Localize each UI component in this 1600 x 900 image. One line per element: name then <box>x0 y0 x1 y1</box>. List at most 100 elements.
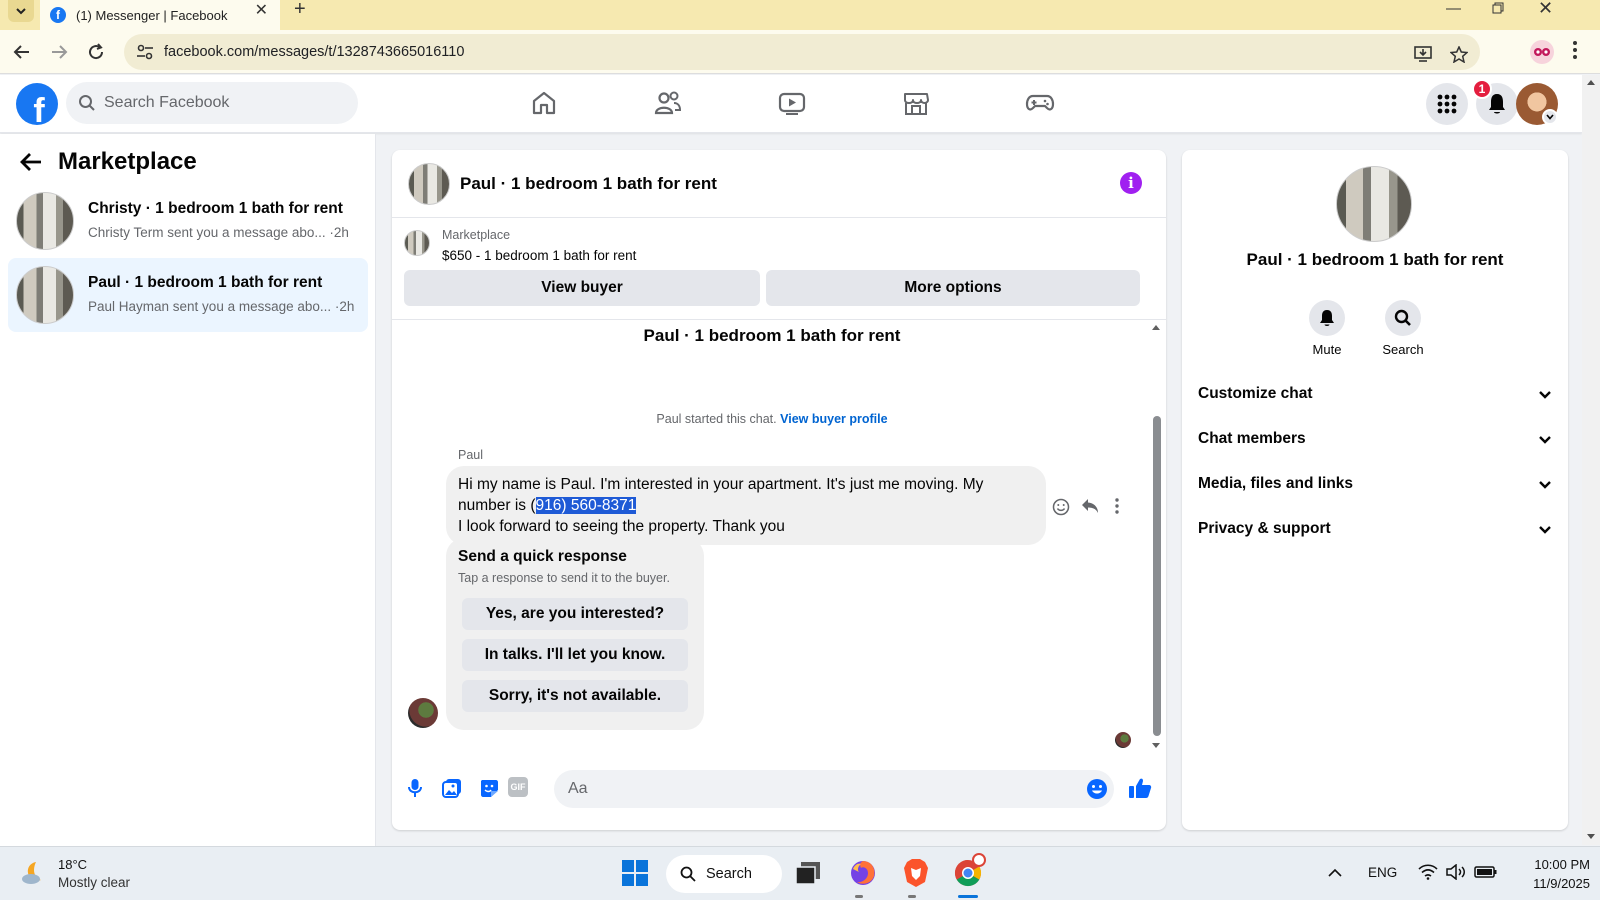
task-view-button[interactable] <box>790 855 826 891</box>
marketplace-inbox: Marketplace Christy · 1 bedroom 1 bath f… <box>0 134 376 846</box>
scrollbar-thumb[interactable] <box>1153 416 1161 736</box>
wifi-icon[interactable] <box>1418 864 1438 880</box>
mute-button[interactable]: Mute <box>1292 300 1362 357</box>
scroll-up-icon[interactable] <box>1151 324 1161 331</box>
weather-moon-icon[interactable] <box>20 859 50 887</box>
facebook-logo[interactable]: f <box>16 83 58 125</box>
gif-icon[interactable]: GIF <box>508 777 528 797</box>
privacy-support-row[interactable]: Privacy & support <box>1198 507 1552 551</box>
reload-button[interactable] <box>84 40 108 64</box>
marketplace-icon <box>904 93 929 115</box>
install-app-icon[interactable] <box>1414 46 1432 62</box>
bookmark-star-icon[interactable] <box>1450 46 1468 63</box>
more-actions-button[interactable] <box>1114 498 1120 514</box>
scroll-down-icon[interactable] <box>1586 833 1596 840</box>
react-button[interactable] <box>1052 498 1070 516</box>
conversation-item[interactable]: Christy · 1 bedroom 1 bath for rent Chri… <box>8 184 368 258</box>
listing-thumbnail <box>404 230 430 256</box>
back-arrow-icon[interactable] <box>20 152 42 172</box>
close-tab-icon[interactable]: ✕ <box>255 0 268 20</box>
microphone-icon[interactable] <box>408 778 422 798</box>
listing-avatar[interactable] <box>1336 166 1412 242</box>
back-button[interactable] <box>10 40 34 64</box>
quick-response-button[interactable]: In talks. I'll let you know. <box>462 639 688 671</box>
bell-icon <box>1489 94 1505 114</box>
windows-taskbar: 18°C Mostly clear Search ENG 10:00 PM 11… <box>0 846 1600 900</box>
sticker-icon[interactable] <box>479 778 499 798</box>
watch-nav-button[interactable] <box>772 85 812 121</box>
media-files-links-row[interactable]: Media, files and links <box>1198 462 1552 506</box>
thumbs-up-icon[interactable] <box>1128 777 1152 799</box>
chevron-down-icon <box>16 8 26 15</box>
more-options-button[interactable]: More options <box>766 270 1140 306</box>
info-icon[interactable]: i <box>1120 172 1142 194</box>
brave-app[interactable] <box>898 855 934 891</box>
site-settings-icon[interactable] <box>136 44 154 60</box>
search-label: Search <box>1382 342 1424 357</box>
forward-button[interactable] <box>47 40 71 64</box>
scroll-up-icon[interactable] <box>1586 79 1596 86</box>
section-label: Privacy & support <box>1198 520 1331 537</box>
battery-icon[interactable] <box>1474 864 1498 880</box>
home-nav-button[interactable] <box>524 85 564 121</box>
gaming-nav-button[interactable] <box>1020 85 1060 121</box>
emoji-icon[interactable] <box>1086 778 1108 800</box>
page-scrollbar[interactable] <box>1582 75 1600 845</box>
chat-header-title[interactable]: Paul · 1 bedroom 1 bath for rent <box>460 174 717 194</box>
read-receipt-avatar <box>1115 732 1131 748</box>
view-buyer-profile-link[interactable]: View buyer profile <box>780 412 887 426</box>
windows-logo-icon <box>622 860 648 886</box>
gamepad-icon <box>1025 94 1055 111</box>
volume-icon[interactable] <box>1446 864 1466 880</box>
listing-price[interactable]: $650 - 1 bedroom 1 bath for rent <box>442 248 636 263</box>
restore-icon[interactable] <box>1492 2 1504 14</box>
smiley-icon <box>1052 498 1070 516</box>
inbox-title-text: Marketplace <box>58 148 197 175</box>
new-tab-button[interactable]: + <box>294 0 306 21</box>
view-buyer-button[interactable]: View buyer <box>404 270 760 306</box>
selected-phone-number[interactable]: 916) 560-8371 <box>535 497 637 514</box>
tab-search-button[interactable] <box>8 0 34 22</box>
brave-running-indicator <box>908 895 916 898</box>
conversation-title: Christy · 1 bedroom 1 bath for rent <box>88 200 343 217</box>
firefox-app[interactable] <box>845 855 881 891</box>
facebook-search-input[interactable]: Search Facebook <box>66 82 358 124</box>
scroll-down-icon[interactable] <box>1151 742 1161 749</box>
message-input[interactable]: Aa <box>554 770 1114 808</box>
minimize-icon[interactable]: — <box>1446 0 1461 17</box>
message-bubble[interactable]: Hi my name is Paul. I'm interested in yo… <box>446 466 1046 545</box>
chat-thumbnail[interactable] <box>408 163 450 205</box>
quick-response-button[interactable]: Sorry, it's not available. <box>462 680 688 712</box>
brave-lion-icon <box>904 859 928 887</box>
conversation-title: Paul · 1 bedroom 1 bath for rent <box>88 274 323 291</box>
input-language[interactable]: ENG <box>1368 865 1397 880</box>
reply-button[interactable] <box>1081 498 1099 514</box>
browser-tab[interactable]: f (1) Messenger | Facebook ✕ <box>40 0 280 30</box>
image-attach-icon[interactable] <box>442 778 462 798</box>
clock-date: 11/9/2025 <box>1533 876 1590 891</box>
url-field[interactable]: facebook.com/messages/t/1328743665016110 <box>124 34 1480 70</box>
search-conversation-button[interactable]: Search <box>1368 300 1438 357</box>
start-button[interactable] <box>617 855 653 891</box>
close-window-icon[interactable]: ✕ <box>1538 0 1553 19</box>
sender-avatar[interactable] <box>408 698 438 728</box>
chevron-down-icon <box>1539 390 1551 399</box>
message-scrollbar[interactable] <box>1150 320 1162 752</box>
system-clock[interactable]: 10:00 PM 11/9/2025 <box>1500 855 1590 893</box>
browser-menu-icon[interactable] <box>1572 40 1578 60</box>
chat-members-row[interactable]: Chat members <box>1198 417 1552 461</box>
customize-chat-row[interactable]: Customize chat <box>1198 372 1552 416</box>
quick-response-button[interactable]: Yes, are you interested? <box>462 598 688 630</box>
firefox-running-indicator <box>855 895 863 898</box>
menu-button[interactable] <box>1426 83 1468 125</box>
conversation-item-active[interactable]: Paul · 1 bedroom 1 bath for rent Paul Ha… <box>8 258 368 332</box>
marketplace-nav-button[interactable] <box>896 85 936 121</box>
browser-profile-icon[interactable] <box>1530 40 1554 64</box>
started-text: Paul started this chat. <box>656 412 777 426</box>
taskbar-search[interactable]: Search <box>666 855 782 893</box>
search-icon <box>680 866 696 882</box>
friends-nav-button[interactable] <box>648 85 688 121</box>
account-chevron-icon[interactable] <box>1542 109 1558 125</box>
chevron-up-icon[interactable] <box>1328 868 1342 877</box>
sender-name: Paul <box>458 448 484 462</box>
